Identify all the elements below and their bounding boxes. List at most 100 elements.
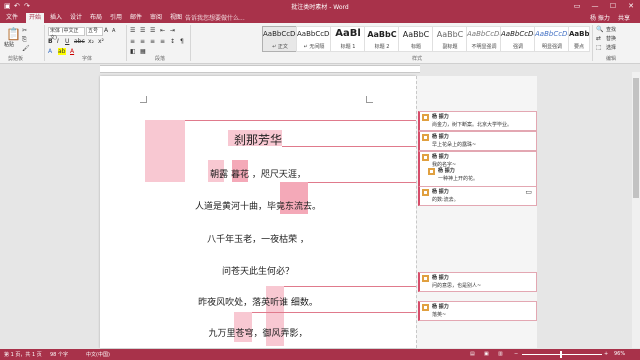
font-color-icon[interactable]: A bbox=[70, 48, 74, 55]
bullets-icon[interactable]: ☰ bbox=[130, 27, 135, 34]
read-mode-icon[interactable]: ▤ bbox=[470, 351, 475, 357]
style-strong[interactable]: AaBbCcDc要点 bbox=[568, 26, 590, 52]
tab-layout[interactable]: 布局 bbox=[87, 13, 105, 23]
shading-icon[interactable]: ◧ bbox=[130, 48, 136, 55]
comment-balloon[interactable]: 杨 振力 早上花朵上的露珠~ bbox=[418, 131, 537, 151]
underline-button[interactable]: U bbox=[65, 38, 69, 45]
select-button[interactable]: 选择 bbox=[606, 44, 616, 51]
highlight-icon[interactable]: ab bbox=[58, 48, 66, 55]
superscript-button[interactable]: x² bbox=[98, 38, 104, 45]
tab-insert[interactable]: 插入 bbox=[47, 13, 65, 23]
maximize-button[interactable]: ☐ bbox=[604, 0, 622, 12]
bold-button[interactable]: B bbox=[48, 38, 53, 45]
margin-corner-tl bbox=[140, 96, 147, 103]
italic-button[interactable]: I bbox=[57, 38, 59, 45]
justify-icon[interactable]: ≡ bbox=[160, 38, 165, 45]
borders-icon[interactable]: ▦ bbox=[140, 48, 146, 55]
ribbon-options-icon[interactable]: ▭ bbox=[568, 0, 586, 12]
style-intense-emphasis[interactable]: AaBbCcDd 明显强调 bbox=[534, 26, 572, 52]
zoom-slider[interactable] bbox=[522, 354, 602, 355]
style-title[interactable]: AaBbC 标题 bbox=[398, 26, 434, 52]
word-count[interactable]: 98 个字 bbox=[50, 351, 68, 358]
grow-font-icon[interactable]: A bbox=[104, 27, 108, 34]
replace-icon[interactable]: ⇄ bbox=[596, 35, 601, 42]
strikethrough-button[interactable]: abc bbox=[74, 38, 85, 45]
tab-design[interactable]: 设计 bbox=[67, 13, 85, 23]
format-painter-icon[interactable]: 🖌 bbox=[22, 45, 30, 52]
styles-group-label: 样式 bbox=[412, 56, 423, 62]
comment-text: 落英~ bbox=[432, 312, 447, 318]
show-marks-icon[interactable]: ¶ bbox=[180, 38, 184, 45]
zoom-in-icon[interactable]: + bbox=[604, 351, 608, 357]
font-group-label: 字体 bbox=[82, 56, 93, 62]
style-subtle-emphasis[interactable]: AaBbCcDd 不明显强调 bbox=[466, 26, 504, 52]
document-page[interactable]: 刹那芳华 朝露 暮花 ，咫尺天涯， 人道是黄河十曲，毕竟东流去。 八千年玉老，一… bbox=[100, 76, 416, 348]
select-icon[interactable]: ⬚ bbox=[596, 44, 602, 51]
tab-home[interactable]: 开始 bbox=[26, 13, 45, 23]
doc-line[interactable]: 九万里苍穹，御风弄影， bbox=[100, 326, 416, 339]
minimize-button[interactable]: — bbox=[586, 0, 604, 12]
increase-indent-icon[interactable]: ⇥ bbox=[170, 27, 175, 34]
tab-mailings[interactable]: 邮件 bbox=[127, 13, 145, 23]
align-left-icon[interactable]: ≡ bbox=[130, 38, 135, 45]
numbering-icon[interactable]: ☰ bbox=[140, 27, 145, 34]
doc-line[interactable]: 朝露 暮花 ，咫尺天涯， bbox=[100, 167, 416, 180]
tab-references[interactable]: 引用 bbox=[107, 13, 125, 23]
zoom-out-icon[interactable]: − bbox=[514, 351, 518, 357]
comment-reply-text: 一种神上开的花。 bbox=[438, 176, 479, 182]
shrink-font-icon[interactable]: A bbox=[112, 28, 115, 34]
page-count[interactable]: 第 1 页，共 1 页 bbox=[4, 351, 42, 358]
doc-line[interactable]: 八千年玉老，一夜枯荣 ， bbox=[100, 232, 416, 245]
style-subtitle[interactable]: AaBbC 副标题 bbox=[432, 26, 468, 52]
style-no-spacing[interactable]: AaBbCcDd ↵ 无间隔 bbox=[296, 26, 334, 52]
web-layout-icon[interactable]: ▥ bbox=[498, 351, 503, 357]
zoom-slider-thumb[interactable] bbox=[560, 351, 562, 358]
multilevel-list-icon[interactable]: ☰ bbox=[150, 27, 155, 34]
comment-text: 尚金力，树下断案。北京大学毕业。 bbox=[432, 122, 513, 128]
decrease-indent-icon[interactable]: ⇤ bbox=[160, 27, 165, 34]
user-name[interactable]: 杨 振力 bbox=[590, 13, 610, 22]
style-emphasis[interactable]: AaBbCcDd 强调 bbox=[500, 26, 538, 52]
paste-button-label[interactable]: 粘贴 bbox=[4, 41, 14, 48]
comment-balloon[interactable]: 杨 振力 问的意思，也是别人~ bbox=[418, 272, 537, 292]
language[interactable]: 中文(中国) bbox=[86, 351, 110, 358]
doc-line[interactable]: 人道是黄河十曲，毕竟东流去。 bbox=[100, 199, 416, 212]
paste-icon[interactable]: 📋 bbox=[6, 27, 21, 41]
tab-file[interactable]: 文件 bbox=[3, 13, 21, 23]
doc-line[interactable]: 问苍天此生何必？ bbox=[100, 264, 416, 277]
comment-balloon[interactable]: 杨 振力 尚金力，树下断案。北京大学毕业。 bbox=[418, 111, 537, 131]
reply-icon[interactable]: ▭ bbox=[525, 188, 532, 196]
align-right-icon[interactable]: ≡ bbox=[150, 38, 155, 45]
title-bar: ▣ ↶ ↷ 批注类时素材 - Word ▭ — ☐ ✕ bbox=[0, 0, 640, 12]
zoom-level[interactable]: 96% bbox=[614, 351, 625, 357]
tell-me-search[interactable]: 告诉我您想要做什么... bbox=[185, 13, 245, 22]
close-button[interactable]: ✕ bbox=[622, 0, 640, 12]
subscript-button[interactable]: x₂ bbox=[88, 38, 94, 45]
comment-author: 杨 振力 bbox=[432, 134, 449, 140]
print-layout-icon[interactable]: ▣ bbox=[484, 351, 489, 357]
tab-review[interactable]: 审阅 bbox=[147, 13, 165, 23]
style-heading-2[interactable]: AaBbC 标题 2 bbox=[364, 26, 400, 52]
cut-icon[interactable]: ✂ bbox=[22, 27, 27, 34]
comment-balloon[interactable]: 杨 振力 落英~ bbox=[418, 301, 537, 321]
horizontal-ruler[interactable] bbox=[0, 64, 640, 73]
copy-icon[interactable]: ⎘ bbox=[22, 36, 27, 44]
font-name-field[interactable]: 宋体 (中文正文) bbox=[48, 27, 85, 41]
vertical-ruler[interactable] bbox=[89, 72, 97, 348]
find-icon[interactable]: 🔍 bbox=[596, 26, 603, 33]
scroll-thumb[interactable] bbox=[633, 78, 639, 198]
doc-line[interactable]: 昨夜风吹处，落英听谁 细数。 bbox=[100, 295, 416, 308]
style-heading-1[interactable]: AaBl 标题 1 bbox=[330, 26, 366, 52]
style-normal[interactable]: AaBbCcDd ↵ 正文 bbox=[262, 26, 300, 52]
align-center-icon[interactable]: ≡ bbox=[140, 38, 145, 45]
find-button[interactable]: 查找 bbox=[606, 26, 616, 33]
replace-button[interactable]: 替换 bbox=[606, 35, 616, 42]
font-size-field[interactable]: 五号 bbox=[86, 27, 103, 36]
share-button[interactable]: 共享 bbox=[618, 13, 630, 22]
vertical-scrollbar[interactable] bbox=[632, 72, 640, 348]
tab-view[interactable]: 视图 bbox=[167, 13, 185, 23]
comment-author: 杨 振力 bbox=[432, 189, 449, 195]
comment-balloon[interactable]: 杨 振力 的数:流去。 ▭ bbox=[418, 186, 537, 206]
text-effects-icon[interactable]: A bbox=[48, 48, 52, 55]
line-spacing-icon[interactable]: ↕ bbox=[170, 38, 175, 45]
